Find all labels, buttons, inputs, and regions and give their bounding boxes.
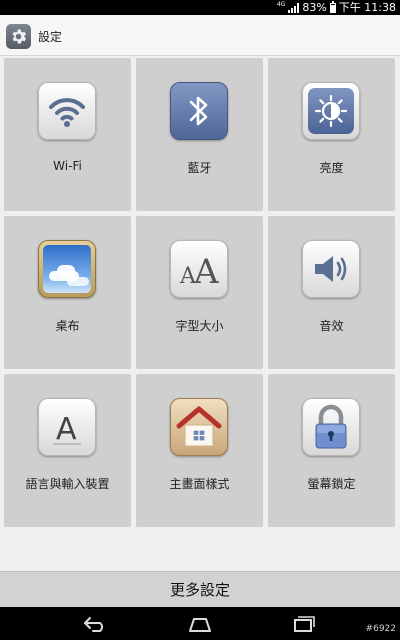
tile-label: 字型大小 <box>175 319 224 333</box>
svg-text:A: A <box>193 252 219 289</box>
tile-label: 主畫面樣式 <box>169 477 230 491</box>
tile-home-style[interactable]: 主畫面樣式 <box>136 374 263 527</box>
tile-sound[interactable]: 音效 <box>268 216 395 369</box>
home-nav-icon[interactable] <box>186 615 214 637</box>
tile-label: Wi-Fi <box>53 159 82 173</box>
signal-icon <box>288 2 300 13</box>
title-bar: 設定 <box>0 15 400 56</box>
tile-label: 桌布 <box>55 319 80 333</box>
lock-icon <box>302 398 360 456</box>
more-settings-button[interactable]: 更多設定 <box>0 571 400 607</box>
tile-bluetooth[interactable]: 藍牙 <box>136 58 263 211</box>
recents-icon[interactable] <box>292 615 316 637</box>
tile-label: 螢幕鎖定 <box>307 477 356 491</box>
tile-wifi[interactable]: Wi-Fi <box>4 58 131 211</box>
clock: 下午 11:38 <box>338 1 396 14</box>
font-size-icon: A A <box>170 240 228 298</box>
back-icon[interactable] <box>82 615 108 637</box>
status-bar: 4G 83% 下午 11:38 <box>0 0 400 15</box>
battery-icon <box>329 0 336 13</box>
navigation-bar <box>0 607 400 640</box>
wifi-icon <box>38 82 96 140</box>
tile-wallpaper[interactable]: 桌布 <box>4 216 131 369</box>
letter-a-icon: A <box>38 398 96 456</box>
speaker-icon <box>302 240 360 298</box>
tile-label: 亮度 <box>319 161 344 175</box>
gear-icon[interactable] <box>6 24 31 49</box>
tile-brightness[interactable]: 亮度 <box>268 58 395 211</box>
wallpaper-icon <box>38 240 96 298</box>
tile-label: 語言與輸入裝置 <box>25 477 110 491</box>
tile-screen-lock[interactable]: 螢幕鎖定 <box>268 374 395 527</box>
tile-label: 藍牙 <box>187 161 212 175</box>
network-type: 4G <box>276 1 286 8</box>
watermark: #6922 <box>365 624 396 634</box>
brightness-icon <box>302 82 360 140</box>
battery-percent: 83% <box>302 1 327 14</box>
tile-font-size[interactable]: A A 字型大小 <box>136 216 263 369</box>
home-icon <box>170 398 228 456</box>
tile-language[interactable]: A 語言與輸入裝置 <box>4 374 131 527</box>
bluetooth-icon <box>170 82 228 140</box>
svg-text:A: A <box>56 412 77 447</box>
page-title: 設定 <box>38 30 63 44</box>
tile-label: 音效 <box>319 319 344 333</box>
